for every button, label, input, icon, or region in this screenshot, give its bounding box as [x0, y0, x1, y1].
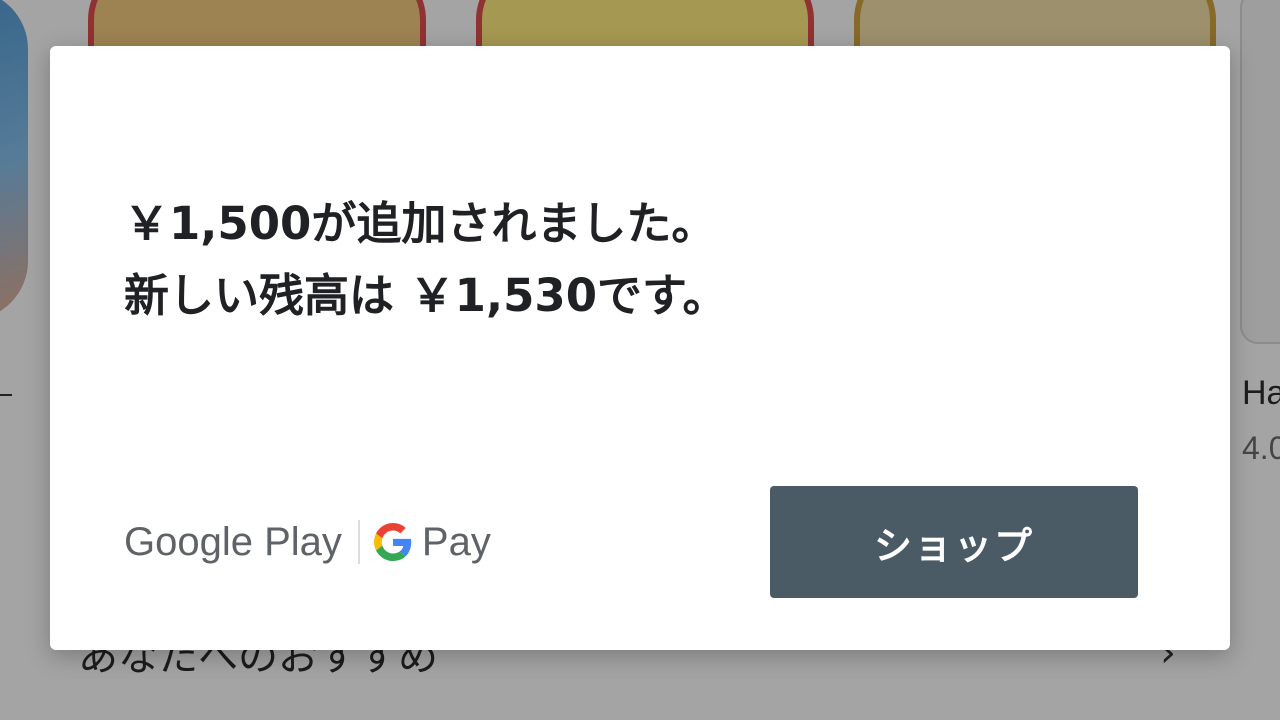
message-line-added: ￥1,500が追加されました。 [124, 197, 717, 250]
shop-button[interactable]: ショップ [770, 486, 1138, 598]
gpay-wordmark: Pay [421, 519, 491, 564]
screen: Ha 4.0 あなたへのおすすめ › ￥1,500が追加されました。 新しい残高… [0, 0, 1280, 720]
google-g-icon [373, 523, 412, 561]
balance-added-dialog: ￥1,500が追加されました。 新しい残高は ￥1,530です。 Google … [50, 46, 1230, 650]
google-play-gpay-logo: Google Play Pay [124, 516, 491, 568]
confirmation-message: ￥1,500が追加されました。 新しい残高は ￥1,530です。 [124, 188, 728, 332]
message-line-balance: 新しい残高は ￥1,530です。 [124, 269, 728, 322]
brand-divider [357, 520, 360, 564]
google-play-wordmark: Google Play [124, 519, 342, 564]
